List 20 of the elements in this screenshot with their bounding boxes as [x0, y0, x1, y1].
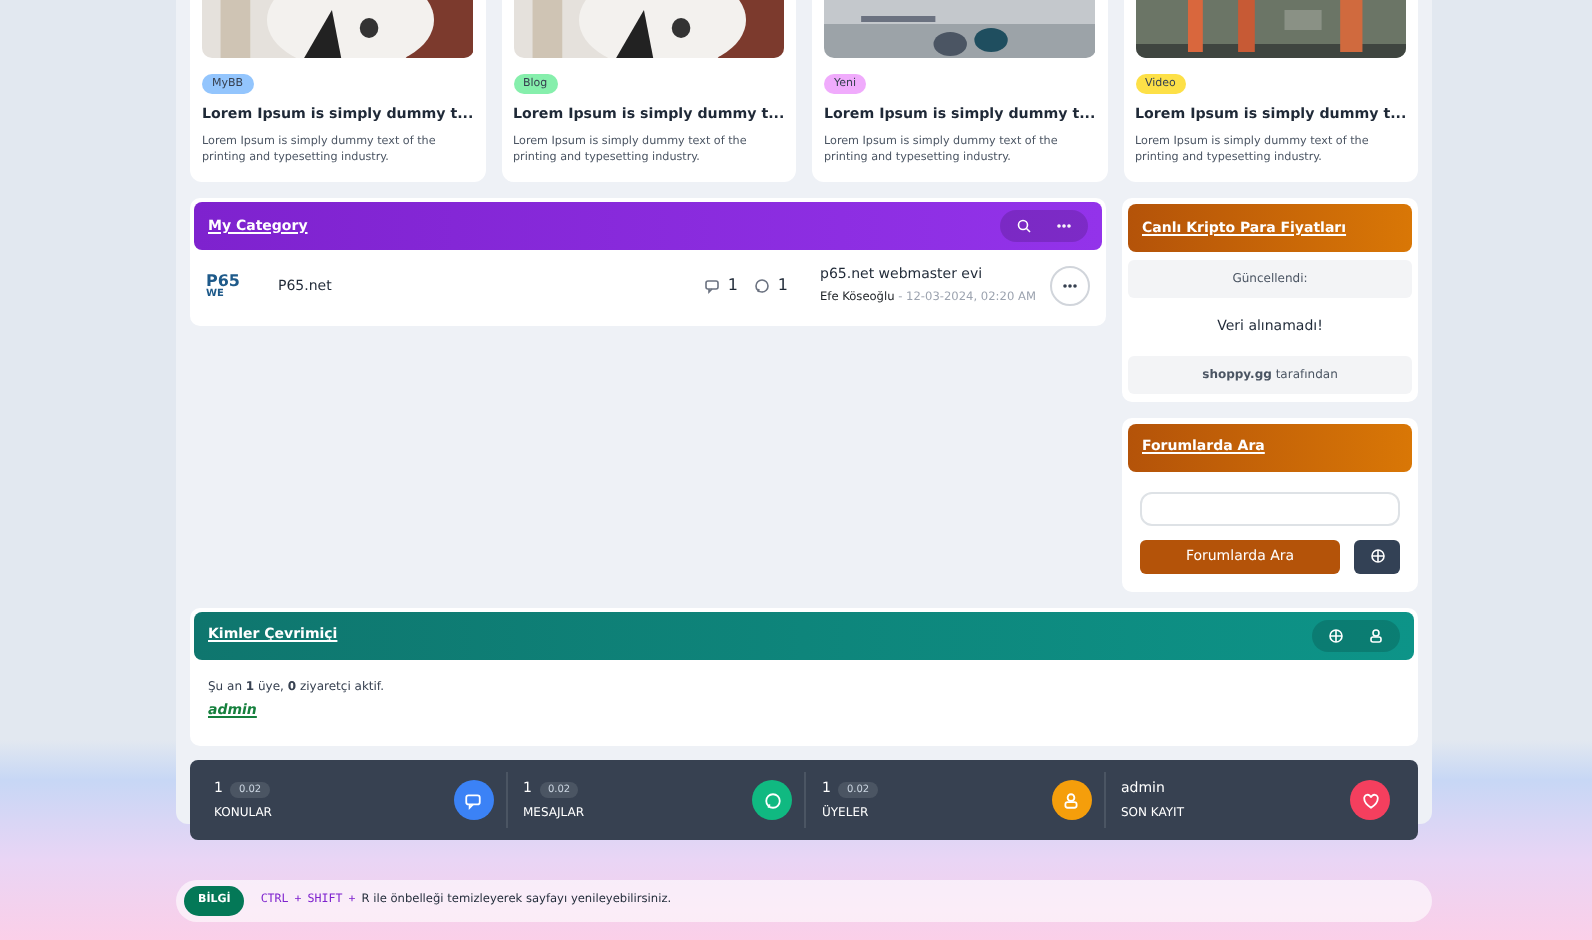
thread-icon	[703, 278, 720, 294]
more-button[interactable]	[1050, 266, 1090, 306]
topics-icon	[464, 791, 482, 809]
members-icon	[1062, 791, 1080, 809]
globe-icon	[1328, 627, 1344, 643]
more-icon	[1062, 278, 1078, 294]
post-icon	[753, 278, 770, 294]
users-icon	[1368, 627, 1384, 643]
search-field[interactable]	[1140, 491, 1400, 525]
search-icon	[1016, 218, 1032, 234]
globe-button[interactable]	[1328, 627, 1344, 643]
messages-icon	[763, 791, 781, 809]
advanced-search-button[interactable]	[1354, 539, 1400, 573]
more-button[interactable]	[1056, 218, 1072, 234]
more-icon	[1056, 218, 1072, 234]
users-button[interactable]	[1368, 627, 1384, 643]
thread-count: 1	[727, 274, 738, 298]
logo-text: P65	[206, 273, 242, 289]
search-button[interactable]	[1016, 218, 1032, 234]
post-count: 1	[777, 274, 788, 298]
